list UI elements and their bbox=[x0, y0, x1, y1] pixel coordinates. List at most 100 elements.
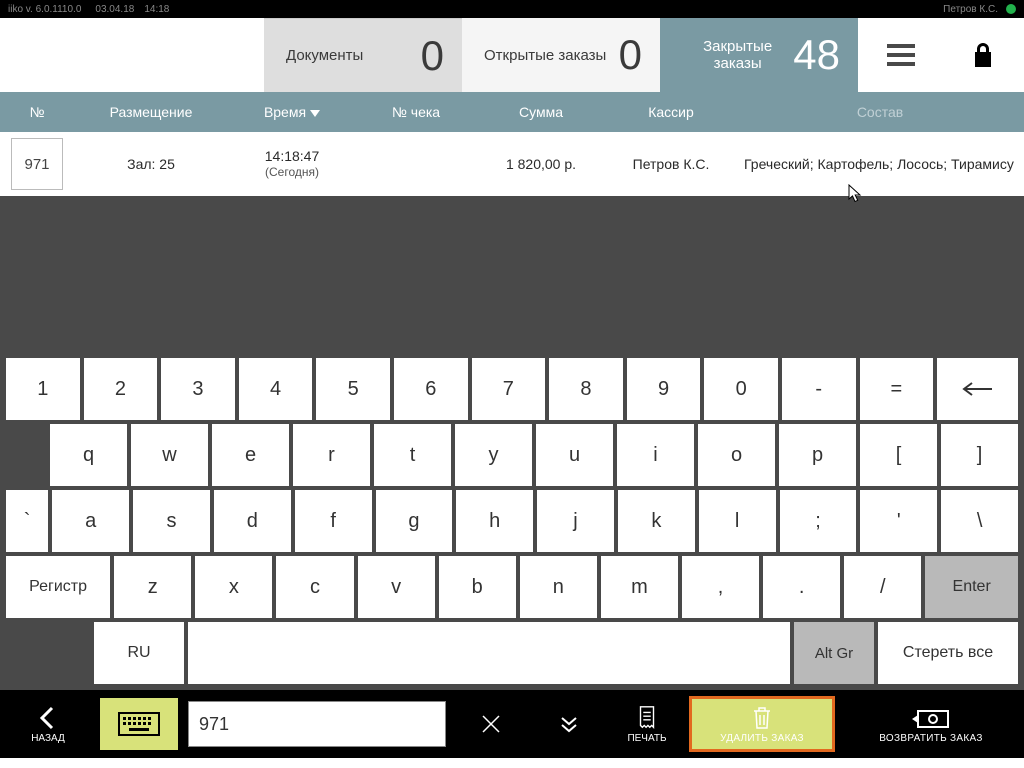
status-time: 14:18 bbox=[144, 4, 169, 15]
key-9[interactable]: 9 bbox=[627, 358, 701, 420]
onscreen-keyboard: 1234567890-= qwertyuiop[] `asdfghjkl;'\ … bbox=[0, 354, 1024, 690]
key-h[interactable]: h bbox=[456, 490, 533, 552]
key-g[interactable]: g bbox=[376, 490, 453, 552]
key-3[interactable]: 3 bbox=[161, 358, 235, 420]
order-items: Греческий; Картофель; Лосось; Тирамису bbox=[736, 156, 1024, 172]
hamburger-icon bbox=[887, 44, 915, 66]
refund-icon bbox=[910, 705, 952, 731]
key-j[interactable]: j bbox=[537, 490, 614, 552]
key-1[interactable]: 1 bbox=[6, 358, 80, 420]
key-s[interactable]: s bbox=[133, 490, 210, 552]
key-2[interactable]: 2 bbox=[84, 358, 158, 420]
keyboard-toggle-button[interactable] bbox=[100, 698, 178, 750]
key--[interactable]: - bbox=[782, 358, 856, 420]
column-header: № Размещение Время № чека Сумма Кассир С… bbox=[0, 92, 1024, 132]
key-space[interactable] bbox=[188, 622, 790, 684]
key-o[interactable]: o bbox=[698, 424, 775, 486]
key-.[interactable]: . bbox=[763, 556, 840, 618]
lock-icon bbox=[971, 41, 995, 69]
delete-order-button[interactable]: УДАЛИТЬ ЗАКАЗ bbox=[689, 696, 835, 752]
key-4[interactable]: 4 bbox=[239, 358, 313, 420]
order-row[interactable]: 971 Зал: 25 14:18:47(Сегодня) 1 820,00 р… bbox=[0, 132, 1024, 196]
order-time: 14:18:47(Сегодня) bbox=[228, 148, 356, 179]
key-6[interactable]: 6 bbox=[394, 358, 468, 420]
search-field-wrap bbox=[188, 701, 446, 747]
key-7[interactable]: 7 bbox=[472, 358, 546, 420]
tab-closed-orders[interactable]: Закрытые заказы 48 bbox=[660, 18, 858, 92]
key-p[interactable]: p bbox=[779, 424, 856, 486]
key-c[interactable]: c bbox=[276, 556, 353, 618]
key-v[interactable]: v bbox=[358, 556, 435, 618]
scroll-down-button[interactable] bbox=[530, 690, 608, 758]
order-place: Зал: 25 bbox=[74, 156, 228, 172]
trash-icon bbox=[750, 705, 774, 731]
chevron-left-icon bbox=[35, 705, 61, 731]
tab-count: 48 bbox=[793, 31, 840, 79]
print-button[interactable]: ПЕЧАТЬ bbox=[608, 690, 686, 758]
col-items[interactable]: Состав bbox=[736, 104, 1024, 120]
key-5[interactable]: 5 bbox=[316, 358, 390, 420]
key-\[interactable]: \ bbox=[941, 490, 1018, 552]
key-x[interactable]: x bbox=[195, 556, 272, 618]
key-q[interactable]: q bbox=[50, 424, 127, 486]
tab-label: Закрытые заказы bbox=[682, 38, 793, 72]
key-t[interactable]: t bbox=[374, 424, 451, 486]
key-f[interactable]: f bbox=[295, 490, 372, 552]
key-a[interactable]: a bbox=[52, 490, 129, 552]
col-place[interactable]: Размещение bbox=[74, 104, 228, 120]
cursor-icon bbox=[848, 184, 862, 204]
receipt-icon bbox=[636, 705, 658, 731]
status-user: Петров К.С. bbox=[943, 4, 998, 15]
key-shift[interactable]: Регистр bbox=[6, 556, 110, 618]
key-enter[interactable]: Enter bbox=[925, 556, 1018, 618]
status-date: 03.04.18 bbox=[95, 4, 134, 15]
key-k[interactable]: k bbox=[618, 490, 695, 552]
key-[[interactable]: [ bbox=[860, 424, 937, 486]
key-u[interactable]: u bbox=[536, 424, 613, 486]
clear-search-button[interactable] bbox=[452, 690, 530, 758]
tab-documents[interactable]: Документы 0 bbox=[264, 18, 462, 92]
key-8[interactable]: 8 bbox=[549, 358, 623, 420]
col-sum[interactable]: Сумма bbox=[476, 104, 606, 120]
key-d[interactable]: d bbox=[214, 490, 291, 552]
key-y[interactable]: y bbox=[455, 424, 532, 486]
lock-button[interactable] bbox=[942, 18, 1024, 92]
key-;[interactable]: ; bbox=[780, 490, 857, 552]
col-no[interactable]: № bbox=[0, 104, 74, 120]
key-l[interactable]: l bbox=[699, 490, 776, 552]
key-r[interactable]: r bbox=[293, 424, 370, 486]
key-/[interactable]: / bbox=[844, 556, 921, 618]
col-check[interactable]: № чека bbox=[356, 104, 476, 120]
order-cashier: Петров К.С. bbox=[606, 156, 736, 172]
refund-order-button[interactable]: ВОЗВРАТИТЬ ЗАКАЗ bbox=[838, 690, 1024, 758]
key-=[interactable]: = bbox=[860, 358, 934, 420]
double-chevron-down-icon bbox=[558, 713, 580, 735]
key-n[interactable]: n bbox=[520, 556, 597, 618]
key-e[interactable]: e bbox=[212, 424, 289, 486]
tab-label: Документы bbox=[286, 47, 363, 64]
key-w[interactable]: w bbox=[131, 424, 208, 486]
key-'[interactable]: ' bbox=[860, 490, 937, 552]
key-language[interactable]: RU bbox=[94, 622, 184, 684]
menu-button[interactable] bbox=[860, 18, 942, 92]
key-b[interactable]: b bbox=[439, 556, 516, 618]
keyboard-icon bbox=[118, 712, 160, 736]
tab-open-orders[interactable]: Открытые заказы 0 bbox=[462, 18, 660, 92]
tab-count: 0 bbox=[619, 31, 642, 79]
key-m[interactable]: m bbox=[601, 556, 678, 618]
back-button[interactable]: НАЗАД bbox=[0, 690, 96, 758]
key-][interactable]: ] bbox=[941, 424, 1018, 486]
status-bar: iiko v. 6.0.1110.0 03.04.18 14:18 Петров… bbox=[0, 0, 1024, 18]
col-cashier[interactable]: Кассир bbox=[606, 104, 736, 120]
key-z[interactable]: z bbox=[114, 556, 191, 618]
key-clear-all[interactable]: Стереть все bbox=[878, 622, 1018, 684]
key-backspace[interactable] bbox=[937, 358, 1018, 420]
key-altgr[interactable]: Alt Gr bbox=[794, 622, 874, 684]
key-0[interactable]: 0 bbox=[704, 358, 778, 420]
key-`[interactable]: ` bbox=[6, 490, 48, 552]
key-,[interactable]: , bbox=[682, 556, 759, 618]
app-version: iiko v. 6.0.1110.0 bbox=[8, 4, 81, 15]
key-i[interactable]: i bbox=[617, 424, 694, 486]
search-input[interactable] bbox=[188, 701, 446, 747]
col-time[interactable]: Время bbox=[228, 104, 356, 120]
